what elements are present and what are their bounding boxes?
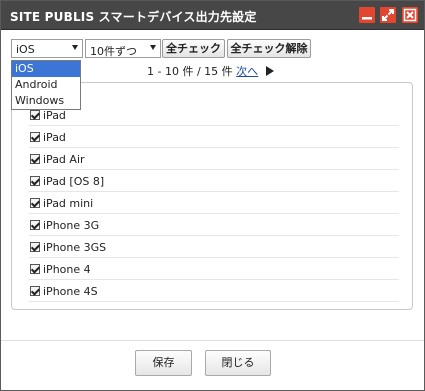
os-dropdown-list: iOS Android Windows — [11, 60, 81, 110]
device-label: iPad [OS 8] — [43, 175, 105, 188]
device-checkbox[interactable] — [30, 264, 40, 274]
device-list: iPad iPad iPad Air iPad [OS 8] iPad mini iPho… — [29, 105, 399, 303]
device-row[interactable]: iPad — [29, 105, 399, 126]
device-label: iPhone 4 — [43, 263, 91, 276]
device-label: iPad — [43, 109, 66, 122]
device-label: iPad — [43, 131, 66, 144]
os-select[interactable]: iOS — [11, 39, 83, 58]
device-checkbox[interactable] — [30, 220, 40, 230]
device-checkbox[interactable] — [30, 286, 40, 296]
device-row[interactable]: iPad — [29, 127, 399, 148]
footer-divider — [1, 340, 424, 341]
window-title: SITE PUBLIS スマートデバイス出力先設定 — [10, 10, 257, 24]
close-button[interactable]: 閉じる — [205, 350, 271, 376]
minimize-icon[interactable] — [359, 7, 375, 23]
chevron-down-icon — [150, 45, 156, 50]
device-list-panel: iPad iPad iPad Air iPad [OS 8] iPad mini iPho… — [11, 82, 413, 310]
device-row[interactable]: iPhone 4 — [29, 259, 399, 280]
uncheck-all-button[interactable]: 全チェック解除 — [227, 39, 311, 58]
dialog-window: SITE PUBLIS スマートデバイス出力先設定 iOS 10件ずつ 全チェッ… — [0, 0, 425, 391]
pagination: 1 - 10 件 / 15 件 次へ — [147, 63, 274, 79]
device-checkbox[interactable] — [30, 176, 40, 186]
per-page-select-value: 10件ずつ — [90, 45, 137, 58]
close-icon[interactable] — [402, 7, 418, 23]
device-checkbox[interactable] — [30, 132, 40, 142]
device-label: iPad mini — [43, 197, 94, 210]
per-page-select[interactable]: 10件ずつ — [85, 39, 161, 58]
os-option-windows[interactable]: Windows — [12, 93, 80, 109]
save-button[interactable]: 保存 — [135, 350, 192, 376]
os-select-value: iOS — [16, 43, 35, 56]
device-row[interactable]: iPhone 3G — [29, 215, 399, 236]
device-row[interactable]: iPad Air — [29, 149, 399, 170]
device-row[interactable]: iPad mini — [29, 193, 399, 214]
device-label: iPad Air — [43, 153, 85, 166]
pagination-range: 1 - 10 件 / 15 件 — [147, 65, 233, 78]
title-bar[interactable]: SITE PUBLIS スマートデバイス出力先設定 — [1, 1, 424, 30]
device-label: iPhone 3GS — [43, 241, 107, 254]
device-row[interactable]: iPad [OS 8] — [29, 171, 399, 192]
next-page-link[interactable]: 次へ — [236, 65, 258, 78]
device-checkbox[interactable] — [30, 154, 40, 164]
check-all-button[interactable]: 全チェック — [162, 39, 225, 58]
os-option-ios[interactable]: iOS — [12, 61, 80, 77]
device-checkbox[interactable] — [30, 110, 40, 120]
device-label: iPhone 4S — [43, 285, 98, 298]
device-checkbox[interactable] — [30, 242, 40, 252]
device-checkbox[interactable] — [30, 198, 40, 208]
device-row[interactable]: iPhone 4S — [29, 281, 399, 302]
device-label: iPhone 3G — [43, 219, 100, 232]
play-icon[interactable] — [265, 66, 274, 76]
os-option-android[interactable]: Android — [12, 77, 80, 93]
device-row[interactable]: iPhone 3GS — [29, 237, 399, 258]
chevron-down-icon — [72, 45, 78, 50]
expand-icon[interactable] — [380, 7, 396, 23]
